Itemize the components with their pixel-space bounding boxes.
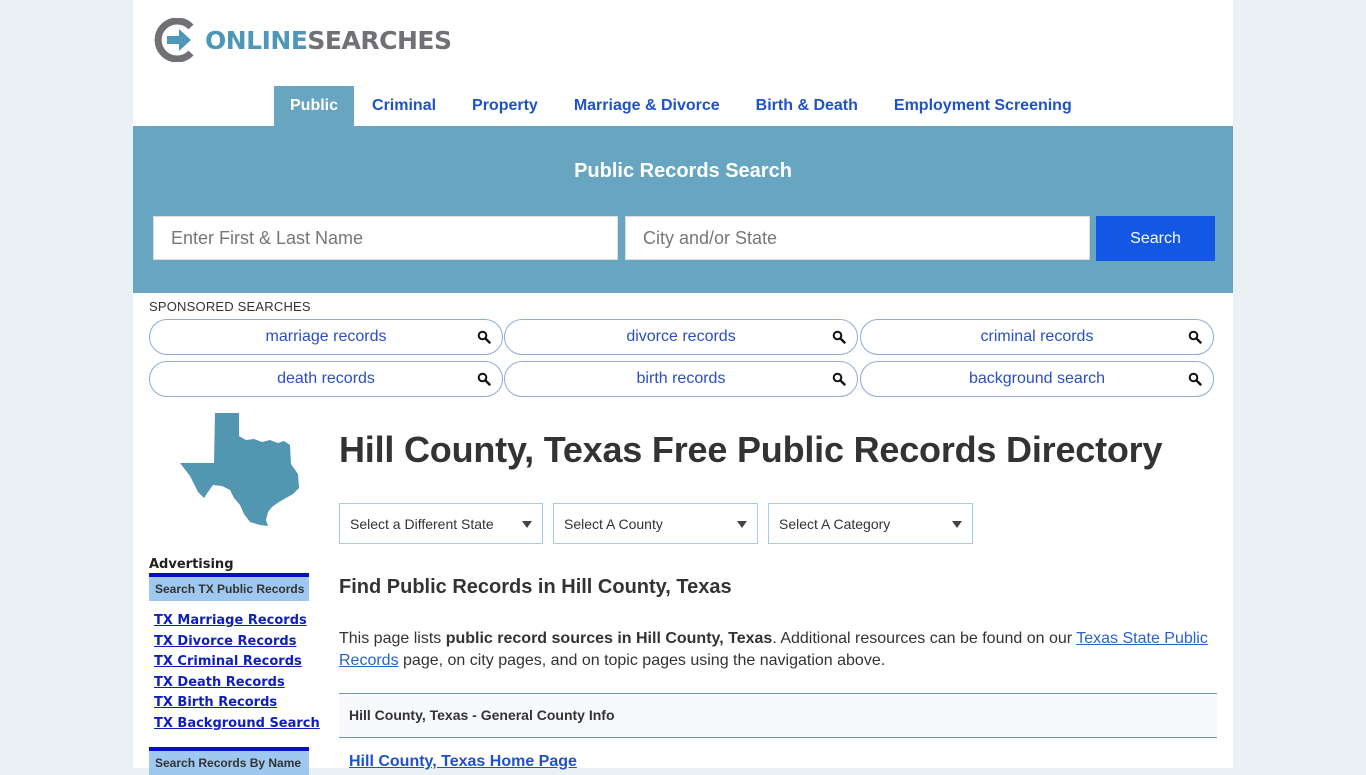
nav-employment-screening[interactable]: Employment Screening — [876, 86, 1090, 126]
logo-icon — [154, 18, 194, 62]
general-county-info-header: Hill County, Texas - General County Info — [339, 693, 1217, 738]
state-select[interactable]: Select a Different State — [339, 503, 543, 544]
sponsored-searches-label: SPONSORED SEARCHES — [149, 299, 311, 314]
logo-text: ONLINESEARCHES — [205, 25, 452, 55]
sidebar-links: TX Marriage Records TX Divorce Records T… — [154, 611, 320, 735]
intro-text: This page lists — [339, 630, 446, 647]
sidebar-link[interactable]: TX Criminal Records — [154, 652, 320, 673]
logo[interactable]: ONLINESEARCHES — [153, 18, 452, 62]
sponsored-search-label: marriage records — [265, 328, 387, 345]
search-button[interactable]: Search — [1096, 216, 1215, 261]
search-banner: Public Records Search Search — [133, 126, 1233, 293]
nav-criminal[interactable]: Criminal — [354, 86, 454, 126]
intro-text: . Additional resources can be found on o… — [772, 630, 1077, 647]
sponsored-search-pill[interactable]: background search — [860, 361, 1214, 397]
nav-marriage-divorce[interactable]: Marriage & Divorce — [556, 86, 738, 126]
chevron-down-icon — [952, 521, 962, 528]
page-title: Hill County, Texas Free Public Records D… — [339, 429, 1163, 470]
search-icon — [832, 330, 846, 344]
main-nav: Public Criminal Property Marriage & Divo… — [274, 86, 1090, 126]
search-banner-title: Public Records Search — [574, 160, 792, 182]
nav-public[interactable]: Public — [274, 86, 355, 126]
logo-text-online: ONLINE — [205, 25, 308, 55]
sponsored-search-pill[interactable]: criminal records — [860, 319, 1214, 355]
state-select-value: Select a Different State — [350, 516, 494, 532]
intro-paragraph: This page lists public record sources in… — [339, 628, 1219, 672]
nav-property[interactable]: Property — [454, 86, 556, 126]
intro-text: page, on city pages, and on topic pages … — [398, 652, 886, 669]
chevron-down-icon — [522, 521, 532, 528]
sponsored-search-label: death records — [277, 370, 375, 387]
sponsored-search-pill[interactable]: marriage records — [149, 319, 503, 355]
sponsored-search-label: divorce records — [626, 328, 736, 345]
sponsored-search-label: background search — [968, 370, 1106, 387]
county-select-value: Select A County — [564, 516, 663, 532]
name-search-input[interactable] — [153, 216, 618, 260]
location-search-input[interactable] — [625, 216, 1090, 260]
sponsored-search-pill[interactable]: death records — [149, 361, 503, 397]
advertising-label: Advertising — [149, 557, 234, 572]
county-home-page-link[interactable]: Hill County, Texas Home Page — [349, 753, 577, 771]
section-subtitle: Find Public Records in Hill County, Texa… — [339, 576, 732, 598]
logo-text-searches: SEARCHES — [307, 25, 452, 55]
intro-bold-text: public record sources in Hill County, Te… — [445, 630, 773, 647]
search-icon — [477, 372, 491, 386]
sponsored-search-pill[interactable]: birth records — [504, 361, 858, 397]
search-icon — [1188, 372, 1202, 386]
search-icon — [477, 330, 491, 344]
sidebar-link[interactable]: TX Birth Records — [154, 693, 320, 714]
county-select[interactable]: Select A County — [553, 503, 758, 544]
sidebar-link[interactable]: TX Death Records — [154, 673, 320, 694]
sidebar-link[interactable]: TX Background Search — [154, 714, 320, 735]
category-select-value: Select A Category — [779, 516, 891, 532]
category-select[interactable]: Select A Category — [768, 503, 973, 544]
sidebar-link[interactable]: TX Divorce Records — [154, 632, 320, 653]
page-container: ONLINESEARCHES Public Criminal Property … — [133, 0, 1233, 775]
texas-map-icon — [180, 413, 299, 526]
chevron-down-icon — [737, 521, 747, 528]
sidebar-box-title: Search TX Public Records — [149, 573, 309, 601]
nav-birth-death[interactable]: Birth & Death — [738, 86, 876, 126]
sponsored-search-pill[interactable]: divorce records — [504, 319, 858, 355]
sponsored-search-label: criminal records — [980, 328, 1094, 345]
search-icon — [1188, 330, 1202, 344]
search-icon — [832, 372, 846, 386]
sidebar-link[interactable]: TX Marriage Records — [154, 611, 320, 632]
sponsored-search-label: birth records — [636, 370, 726, 387]
sidebar-box-title: Search Records By Name — [149, 747, 309, 775]
